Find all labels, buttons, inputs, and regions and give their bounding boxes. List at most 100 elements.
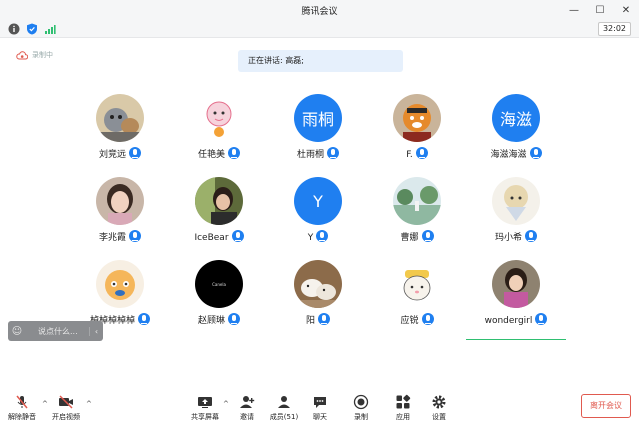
participant-tile[interactable]: Canela 赵顾琳: [164, 260, 274, 340]
settings-label: 设置: [432, 413, 446, 421]
mic-icon: [415, 147, 428, 159]
participant-name: 刘竞远: [98, 150, 126, 160]
participant-name: wondergirl: [484, 316, 533, 326]
cloud-icon: [16, 50, 28, 59]
avatar: [492, 260, 540, 308]
mic-icon: [529, 147, 542, 159]
participant-tile[interactable]: 李兆霞: [65, 177, 175, 257]
mic-icon: [318, 313, 330, 325]
chevron-up-icon[interactable]: ^: [86, 400, 92, 408]
recording-label: 录制中: [32, 51, 53, 59]
share-screen-label: 共享屏幕: [191, 413, 219, 421]
participant-name: Y: [307, 233, 314, 243]
mic-muted-icon: [14, 394, 30, 410]
participant-tile[interactable]: IceBear: [164, 177, 274, 257]
shield-icon[interactable]: [26, 23, 38, 35]
title-bar: 腾讯会议 — ☐ ✕: [0, 0, 639, 20]
participant-tile[interactable]: 阳: [263, 260, 373, 340]
speaking-banner: 正在讲话: 高磊;: [238, 50, 403, 72]
start-video-label: 开启视频: [52, 413, 80, 421]
mic-icon: [228, 147, 240, 159]
mic-icon: [129, 147, 141, 159]
mic-icon: [421, 230, 434, 242]
record-label: 录制: [354, 413, 368, 421]
window-controls: — ☐ ✕: [561, 0, 639, 20]
start-video-button[interactable]: 开启视频: [46, 394, 86, 422]
participant-tile[interactable]: 玛小希: [461, 177, 571, 257]
mic-icon: [421, 313, 434, 325]
avatar: [492, 177, 540, 225]
avatar: [195, 177, 243, 225]
participant-name: 玛小希: [494, 233, 522, 243]
members-icon: [276, 394, 292, 410]
chat-placeholder[interactable]: 说点什么...: [26, 326, 89, 337]
participant-tile[interactable]: 刘竞远: [65, 94, 175, 174]
close-icon[interactable]: ✕: [613, 0, 639, 20]
avatar: 海滋: [492, 94, 540, 142]
avatar: [96, 94, 144, 142]
active-speaker-indicator: [466, 339, 566, 340]
avatar: [393, 94, 441, 142]
participant-tile[interactable]: 应锐: [362, 260, 472, 340]
share-screen-icon: [197, 394, 213, 410]
bottom-toolbar: 解除静音 ^ 开启视频 ^ 共享屏幕 ^ 邀请 成员(51) 聊天 录制 应用 …: [0, 388, 639, 427]
unmute-button[interactable]: 解除静音: [2, 394, 42, 422]
participant-tile[interactable]: Y Y: [263, 177, 373, 257]
mic-icon: [129, 230, 141, 242]
participant-name: 应锐: [400, 316, 419, 326]
mic-icon: [231, 230, 244, 242]
participant-name: 赵顾琳: [197, 316, 225, 326]
mic-icon: [535, 313, 548, 325]
settings-button[interactable]: 设置: [419, 394, 459, 422]
unmute-label: 解除静音: [8, 413, 36, 421]
members-label: 成员(51): [269, 413, 299, 421]
participant-tile[interactable]: F.: [362, 94, 472, 174]
chevron-left-icon[interactable]: ‹: [89, 326, 103, 336]
participant-tile[interactable]: 曹娜: [362, 177, 472, 257]
signal-icon[interactable]: [44, 23, 56, 35]
participant-tile[interactable]: 任艳美: [164, 94, 274, 174]
participant-tile[interactable]: 雨桐 杜雨桐: [263, 94, 373, 174]
minimize-icon[interactable]: —: [561, 0, 587, 20]
emoji-icon[interactable]: ☺: [8, 321, 26, 341]
avatar: [393, 260, 441, 308]
maximize-icon[interactable]: ☐: [587, 0, 613, 20]
avatar: 雨桐: [294, 94, 342, 142]
meeting-timer: 32:02: [597, 22, 631, 36]
participant-name: 阳: [305, 316, 315, 326]
avatar: [96, 177, 144, 225]
avatar: Y: [294, 177, 342, 225]
mic-icon: [525, 230, 537, 242]
avatar: [96, 260, 144, 308]
participant-name: 曹娜: [400, 233, 419, 243]
info-icon[interactable]: [8, 23, 20, 35]
avatar: [393, 177, 441, 225]
record-button[interactable]: 录制: [341, 394, 381, 422]
apps-label: 应用: [396, 413, 410, 421]
participant-name: 任艳美: [197, 150, 225, 160]
participant-name: 李兆霞: [98, 233, 126, 243]
avatar: [195, 94, 243, 142]
chat-input[interactable]: ☺ 说点什么... ‹: [8, 321, 103, 341]
invite-label: 邀请: [240, 413, 254, 421]
members-button[interactable]: 成员(51): [264, 394, 304, 422]
share-screen-button[interactable]: 共享屏幕: [185, 394, 225, 422]
video-off-icon: [58, 394, 74, 410]
participant-name: 海滋海滋: [490, 150, 527, 160]
invite-button[interactable]: 邀请: [227, 394, 267, 422]
mic-icon: [228, 313, 240, 325]
participant-tile[interactable]: 海滋 海滋海滋: [461, 94, 571, 174]
meeting-window: 腾讯会议 — ☐ ✕ 32:02 录制中 正在讲话: 高磊; 刘竞远 任艳美 雨…: [0, 0, 639, 427]
avatar: Canela: [195, 260, 243, 308]
participant-name: 杜雨桐: [296, 150, 324, 160]
avatar: [294, 260, 342, 308]
leave-meeting-button[interactable]: 离开会议: [581, 394, 631, 418]
chat-button[interactable]: 聊天: [300, 394, 340, 422]
gear-icon: [431, 394, 447, 410]
recording-indicator: 录制中: [16, 50, 53, 60]
apps-button[interactable]: 应用: [383, 394, 423, 422]
participant-name: F.: [406, 150, 413, 160]
mic-icon: [138, 313, 150, 325]
participant-tile[interactable]: wondergirl: [461, 260, 571, 340]
mic-icon: [327, 147, 339, 159]
